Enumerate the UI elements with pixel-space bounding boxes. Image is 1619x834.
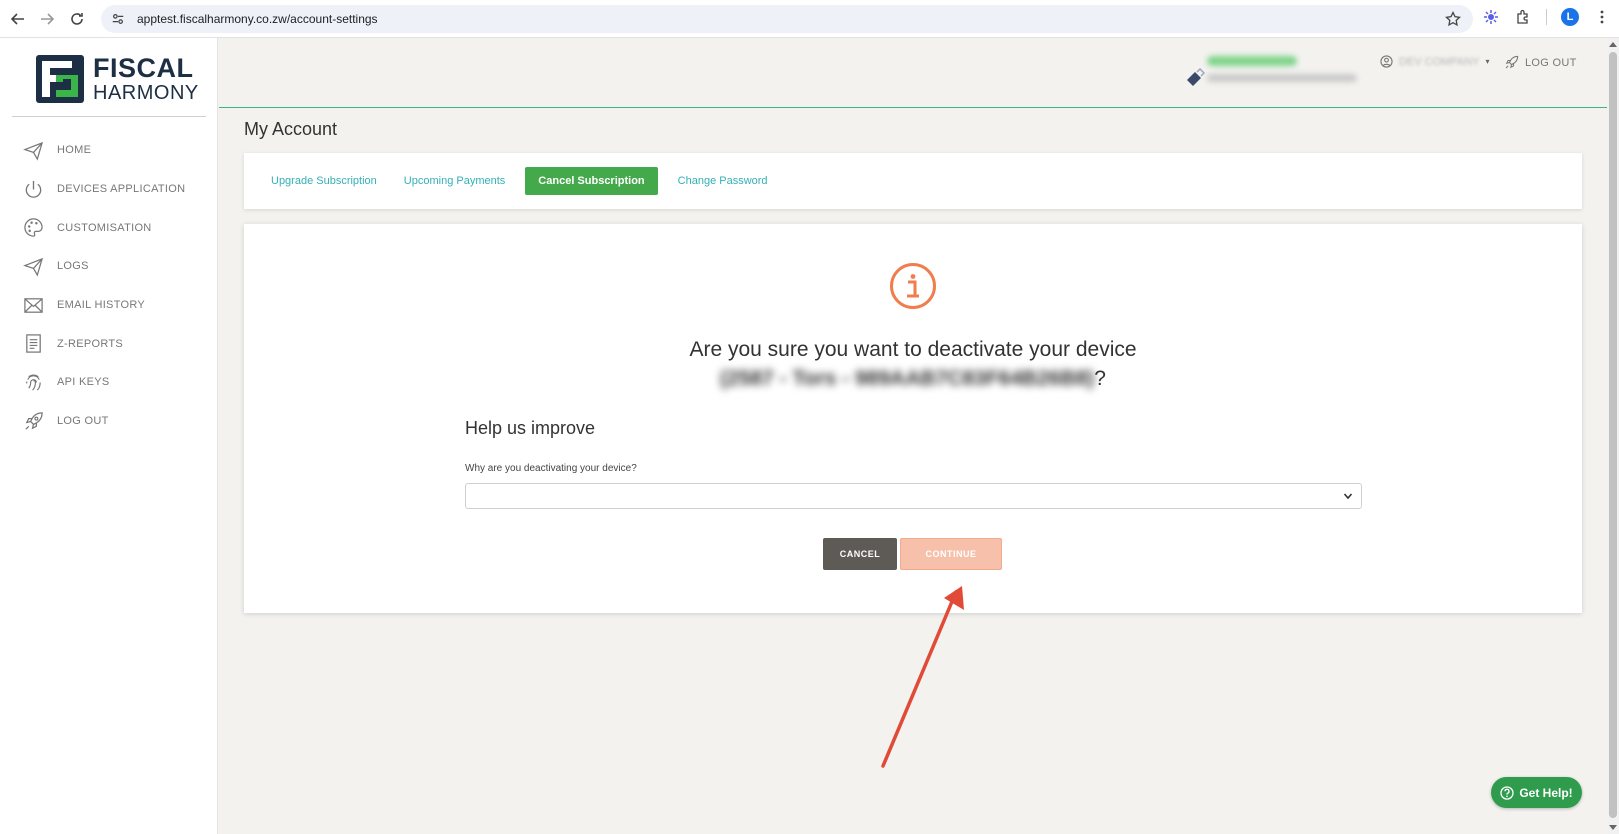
sidebar-item-email-history[interactable]: EMAIL HISTORY bbox=[0, 286, 218, 325]
forward-button[interactable] bbox=[32, 4, 62, 34]
reason-label: Why are you deactivating your device? bbox=[465, 463, 637, 474]
company-name: DEV COMPANY bbox=[1399, 55, 1480, 68]
browser-actions: L bbox=[1482, 8, 1611, 26]
sidebar-item-label: HOME bbox=[57, 144, 92, 157]
sidebar-item-api-keys[interactable]: API KEYS bbox=[0, 363, 218, 402]
sidebar: FISCAL HARMONY HOME DEVICES APPLICATION … bbox=[0, 38, 218, 834]
top-header: DEV COMPANY ▾ LOG OUT bbox=[219, 38, 1607, 108]
chevron-down-icon bbox=[1343, 493, 1353, 500]
paper-plane-icon bbox=[22, 139, 44, 161]
reload-icon bbox=[71, 13, 83, 25]
scroll-down-arrow-icon[interactable] bbox=[1609, 825, 1617, 830]
sidebar-item-label: DEVICES APPLICATION bbox=[57, 183, 186, 196]
page-title: My Account bbox=[244, 119, 338, 139]
reload-button[interactable] bbox=[62, 4, 92, 34]
help-improve-heading: Help us improve bbox=[465, 418, 596, 438]
sidebar-divider bbox=[12, 116, 206, 117]
sidebar-item-label: LOGS bbox=[57, 260, 89, 273]
scroll-up-arrow-icon[interactable] bbox=[1609, 42, 1617, 47]
rocket-icon bbox=[22, 410, 44, 432]
sidebar-item-customisation[interactable]: CUSTOMISATION bbox=[0, 208, 218, 247]
annotation-arrow bbox=[881, 586, 964, 768]
user-subtitle-redacted bbox=[1207, 74, 1357, 82]
caret-down-icon: ▾ bbox=[1485, 57, 1490, 66]
rocket-icon bbox=[1505, 55, 1519, 69]
site-settings-icon[interactable] bbox=[111, 11, 127, 27]
sidebar-item-home[interactable]: HOME bbox=[0, 131, 218, 170]
paper-plane-icon bbox=[22, 255, 44, 277]
question-circle-icon bbox=[1500, 785, 1514, 800]
deactivate-panel: Are you sure you want to deactivate your… bbox=[244, 224, 1582, 613]
company-switcher[interactable]: DEV COMPANY ▾ bbox=[1380, 55, 1490, 68]
get-help-label: Get Help! bbox=[1519, 785, 1573, 800]
sidebar-item-devices-application[interactable]: DEVICES APPLICATION bbox=[0, 170, 218, 209]
logo-wordmark: FISCAL HARMONY bbox=[93, 53, 199, 104]
fiscal-harmony-logo-icon bbox=[36, 55, 84, 103]
sidebar-item-label: Z-REPORTS bbox=[57, 337, 124, 350]
sidebar-item-log-out[interactable]: LOG OUT bbox=[0, 402, 218, 441]
continue-button[interactable]: CONTINUE bbox=[900, 538, 1002, 570]
extensions-puzzle-icon[interactable] bbox=[1514, 8, 1532, 26]
arrow-right-icon bbox=[41, 13, 55, 25]
user-info[interactable] bbox=[1185, 52, 1365, 92]
get-help-button[interactable]: Get Help! bbox=[1491, 777, 1582, 808]
palette-icon bbox=[22, 217, 44, 239]
header-logout-link[interactable]: LOG OUT bbox=[1504, 55, 1577, 70]
sidebar-menu: HOME DEVICES APPLICATION CUSTOMISATION L… bbox=[0, 131, 218, 441]
url-text: apptest.fiscalharmony.co.zw/account-sett… bbox=[137, 12, 378, 26]
kebab-menu-icon[interactable] bbox=[1593, 8, 1611, 26]
sidebar-item-label: EMAIL HISTORY bbox=[57, 299, 146, 312]
back-button[interactable] bbox=[3, 4, 33, 34]
profile-avatar[interactable]: L bbox=[1561, 8, 1579, 26]
usb-device-icon bbox=[1187, 68, 1205, 86]
tab-change-password[interactable]: Change Password bbox=[671, 168, 775, 194]
browser-toolbar: apptest.fiscalharmony.co.zw/account-sett… bbox=[0, 0, 1619, 38]
tab-upcoming-payments[interactable]: Upcoming Payments bbox=[397, 168, 513, 194]
address-bar[interactable]: apptest.fiscalharmony.co.zw/account-sett… bbox=[101, 5, 1473, 33]
fingerprint-icon bbox=[22, 371, 44, 393]
tab-cancel-subscription[interactable]: Cancel Subscription bbox=[525, 167, 658, 195]
logo-line2: HARMONY bbox=[93, 82, 199, 104]
scrollbar-thumb[interactable] bbox=[1609, 52, 1617, 818]
sidebar-item-label: API KEYS bbox=[57, 376, 110, 389]
user-circle-icon bbox=[1380, 55, 1393, 68]
header-logout-label: LOG OUT bbox=[1525, 56, 1577, 69]
tab-upgrade-subscription[interactable]: Upgrade Subscription bbox=[264, 168, 384, 194]
logo-line1: FISCAL bbox=[93, 53, 194, 83]
sidebar-item-logs[interactable]: LOGS bbox=[0, 247, 218, 286]
bookmark-star-icon[interactable] bbox=[1445, 11, 1461, 27]
power-icon bbox=[22, 178, 44, 200]
question-prefix: Are you sure you want to deactivate your… bbox=[689, 338, 1137, 361]
extension-sparkle-icon[interactable] bbox=[1482, 8, 1500, 26]
user-name-redacted bbox=[1207, 56, 1297, 66]
arrow-left-icon bbox=[10, 13, 24, 25]
question-suffix: ? bbox=[1094, 367, 1106, 390]
document-icon bbox=[22, 333, 44, 355]
envelope-icon bbox=[22, 294, 44, 316]
toolbar-separator bbox=[1546, 9, 1547, 25]
account-tabs: Upgrade Subscription Upcoming Payments C… bbox=[244, 153, 1582, 209]
sidebar-item-label: CUSTOMISATION bbox=[57, 221, 152, 234]
device-id-redacted: (2587 - Tors - 989AAB7C83F64B26B8) bbox=[720, 367, 1095, 390]
page-scrollbar[interactable] bbox=[1607, 38, 1619, 834]
sidebar-item-z-reports[interactable]: Z-REPORTS bbox=[0, 324, 218, 363]
reason-select[interactable] bbox=[465, 483, 1362, 509]
sidebar-item-label: LOG OUT bbox=[57, 415, 109, 428]
brand-logo[interactable]: FISCAL HARMONY bbox=[36, 55, 199, 103]
cancel-button[interactable]: CANCEL bbox=[823, 538, 897, 570]
info-circle-icon bbox=[890, 263, 936, 309]
deactivate-question: Are you sure you want to deactivate your… bbox=[564, 335, 1262, 393]
